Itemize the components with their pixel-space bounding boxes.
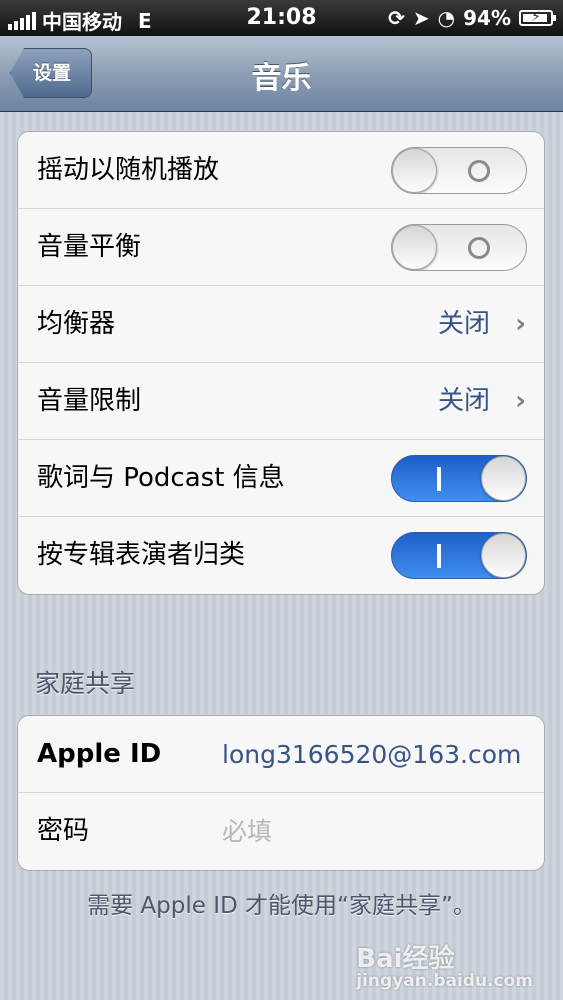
group-by-artist-toggle[interactable] [391,532,527,579]
setting-label: 均衡器 [37,309,116,339]
setting-label: 音量平衡 [37,232,142,262]
location-arrow-icon: ➤ [412,6,430,30]
sound-check-toggle[interactable] [391,224,527,271]
home-sharing-group: Apple ID long3166520@163.com 密码 必填 [17,715,545,871]
lyrics-podcast-toggle[interactable] [391,455,527,502]
music-settings-group: 摇动以随机播放 音量平衡 均衡器 关闭 › 音量限制 关闭 › 歌词与 Podc… [17,131,545,595]
status-bar: 中国移动 E 21:08 ⟳ ➤ ◔ 94% ⚡ [0,0,563,36]
setting-row-shake-shuffle[interactable]: 摇动以随机播放 [18,132,544,209]
section-header-home-sharing: 家庭共享 [35,669,136,698]
rotation-lock-icon: ⟳ [388,6,405,30]
setting-row-lyrics-podcast[interactable]: 歌词与 Podcast 信息 [18,440,544,517]
setting-row-volume-limit[interactable]: 音量限制 关闭 › [18,363,544,440]
setting-row-group-by-artist[interactable]: 按专辑表演者归类 [18,517,544,594]
setting-value: 关闭 [437,309,490,339]
battery-percent: 94% [463,6,511,30]
setting-label: 歌词与 Podcast 信息 [37,463,285,493]
watermark-text: Bai经验 [356,944,455,974]
chevron-right-icon: › [515,386,526,416]
password-label: 密码 [37,816,90,846]
chevron-right-icon: › [515,309,526,339]
setting-label: 音量限制 [37,386,142,416]
password-row[interactable]: 密码 必填 [18,793,544,870]
setting-label: 按专辑表演者归类 [37,540,246,570]
shake-shuffle-toggle[interactable] [391,147,527,194]
setting-value: 关闭 [437,386,490,416]
setting-row-sound-check[interactable]: 音量平衡 [18,209,544,286]
setting-row-eq[interactable]: 均衡器 关闭 › [18,286,544,363]
battery-icon: ⚡ [519,9,556,26]
apple-id-label: Apple ID [37,739,162,769]
watermark-url: jingyan.baidu.com [356,971,533,991]
home-sharing-footer: 需要 Apple ID 才能使用“家庭共享”。 [87,893,476,919]
password-field[interactable]: 必填 [222,793,272,870]
setting-label: 摇动以随机播放 [37,155,220,185]
apple-id-field[interactable]: long3166520@163.com [222,716,521,793]
baidu-watermark-logo: Bai经验 jingyan.baidu.com [356,938,533,991]
navigation-bar: 设置 音乐 [0,36,563,112]
page-title: 音乐 [251,61,312,96]
apple-id-row[interactable]: Apple ID long3166520@163.com [18,716,544,793]
status-right: ⟳ ➤ ◔ 94% ⚡ [388,6,556,30]
alarm-clock-icon: ◔ [437,6,456,30]
